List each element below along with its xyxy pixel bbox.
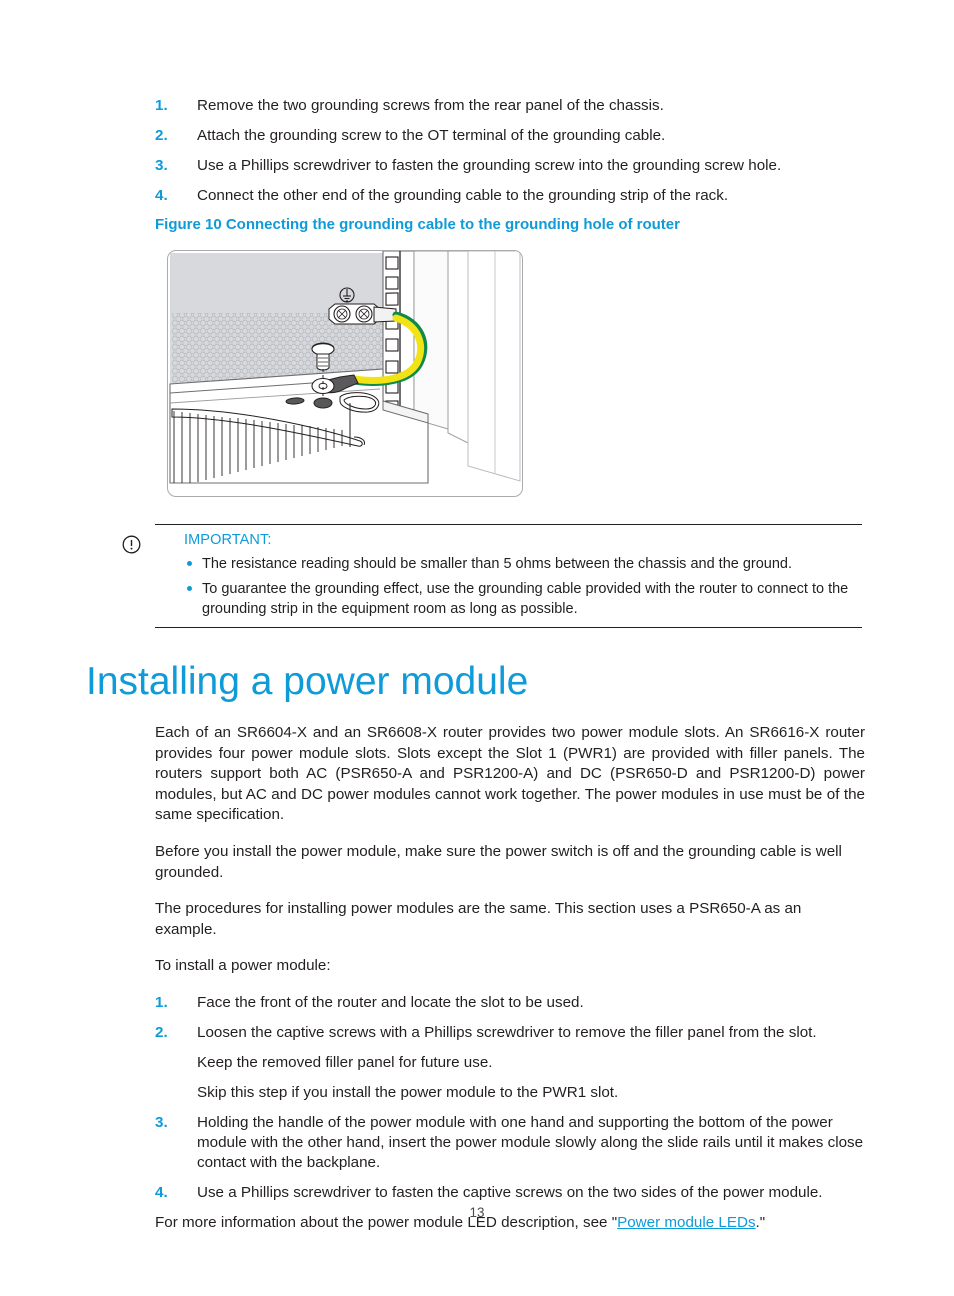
list-item: 1. Remove the two grounding screws from … <box>155 96 865 116</box>
list-item: The resistance reading should be smaller… <box>184 555 862 574</box>
note-item-list: The resistance reading should be smaller… <box>184 555 862 619</box>
paragraph: Each of an SR6604-X and an SR6608-X rout… <box>155 724 865 824</box>
step-number: 3. <box>155 157 168 175</box>
step-number: 4. <box>155 187 168 205</box>
list-item: To guarantee the grounding effect, use t… <box>184 580 862 619</box>
note-item-text: To guarantee the grounding effect, use t… <box>202 581 849 617</box>
step-text: Loosen the captive screws with a Phillip… <box>197 1024 817 1041</box>
step-text: Use a Phillips screwdriver to fasten the… <box>197 157 782 175</box>
install-procedure-list: 1. Face the front of the router and loca… <box>155 993 865 1204</box>
top-procedure-list: 1. Remove the two grounding screws from … <box>155 96 865 216</box>
list-item: 4. Use a Phillips screwdriver to fasten … <box>155 1183 865 1203</box>
section-body: Each of an SR6604-X and an SR6608-X rout… <box>155 723 865 1250</box>
bullet-icon <box>187 586 192 592</box>
page-title: Installing a power module <box>86 660 529 703</box>
step-text: Attach the grounding screw to the OT ter… <box>197 127 666 145</box>
document-page: 1. Remove the two grounding screws from … <box>0 0 954 1296</box>
step-text: Face the front of the router and locate … <box>197 993 584 1011</box>
step-number: 2. <box>155 1024 168 1041</box>
list-item: 3. Holding the handle of the power modul… <box>155 1113 865 1173</box>
figure-10-image <box>167 250 523 497</box>
paragraph: The procedures for installing power modu… <box>155 900 802 938</box>
bullet-icon <box>187 561 192 566</box>
paragraph: Before you install the power module, mak… <box>155 842 842 881</box>
step-subline: Keep the removed filler panel for future… <box>197 1054 493 1072</box>
list-item: 1. Face the front of the router and loca… <box>155 993 865 1013</box>
step-number: 1. <box>155 97 168 114</box>
note-item-text: The resistance reading should be smaller… <box>202 556 793 572</box>
paragraph: To install a power module: <box>155 957 331 975</box>
important-note: IMPORTANT: The resistance reading should… <box>122 524 862 628</box>
step-number: 3. <box>155 1114 168 1132</box>
step-number: 4. <box>155 1184 168 1202</box>
step-text: Use a Phillips screwdriver to fasten the… <box>197 1184 823 1202</box>
step-subline: Skip this step if you install the power … <box>197 1084 619 1102</box>
step-text: Connect the other end of the grounding c… <box>197 187 729 205</box>
list-item: 2. Loosen the captive screws with a Phil… <box>155 1023 865 1043</box>
figure-caption: Figure 10 Connecting the grounding cable… <box>155 216 680 233</box>
step-text: Remove the two grounding screws from the… <box>197 97 664 114</box>
step-text: Holding the handle of the power module w… <box>197 1114 864 1172</box>
page-number: 13 <box>469 1205 485 1220</box>
step-number: 2. <box>155 127 168 145</box>
screw-head <box>313 397 333 409</box>
important-icon <box>122 535 141 554</box>
note-bottom-rule <box>155 626 862 628</box>
list-item: 2. Attach the grounding screw to the OT … <box>155 126 865 146</box>
grounding-cable-illustration <box>169 251 521 484</box>
list-item: 3. Use a Phillips screwdriver to fasten … <box>155 156 865 176</box>
step-number: 1. <box>155 993 168 1011</box>
note-title: IMPORTANT: <box>184 532 272 548</box>
list-item: 4. Connect the other end of the groundin… <box>155 186 865 206</box>
